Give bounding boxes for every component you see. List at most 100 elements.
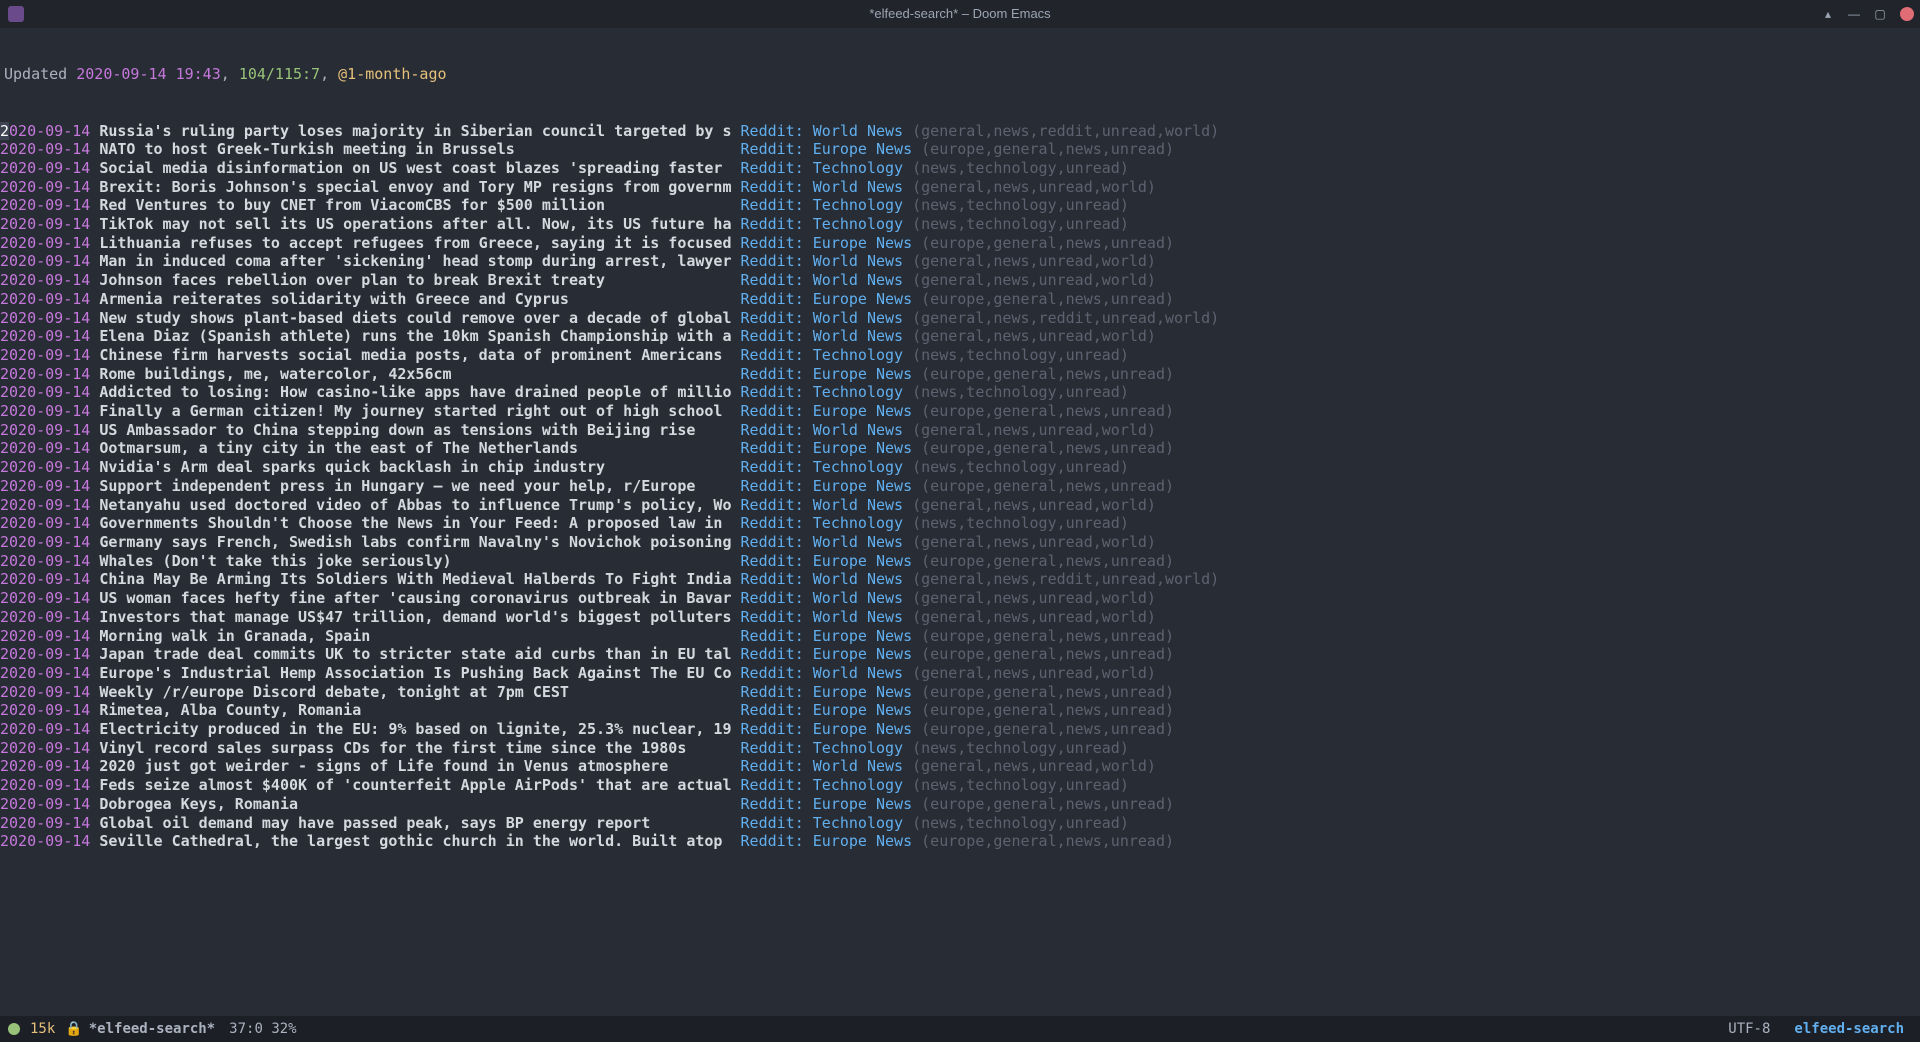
feed-entry[interactable]: 2020-09-14 Feds seize almost $400K of 'c…	[0, 776, 1920, 795]
modeline: 15k 🔒 *elfeed-search* 37:0 32% UTF-8 elf…	[0, 1016, 1920, 1042]
feed-entry[interactable]: 2020-09-14 Support independent press in …	[0, 477, 1920, 496]
entry-date: 2020-09-14	[0, 365, 90, 383]
entry-tags: (general,news,unread,world)	[912, 271, 1156, 289]
entry-tags: (general,news,reddit,unread,world)	[912, 570, 1219, 588]
entry-tags: (general,news,unread,world)	[912, 327, 1156, 345]
entry-date: 2020-09-14	[0, 701, 90, 719]
entry-tags: (general,news,reddit,unread,world)	[912, 309, 1219, 327]
entry-feed: Reddit: Technology	[741, 458, 904, 476]
entry-title: Governments Shouldn't Choose the News in…	[99, 514, 731, 532]
maximize-icon[interactable]: ▢	[1874, 8, 1886, 20]
feed-entry[interactable]: 2020-09-14 Brexit: Boris Johnson's speci…	[0, 178, 1920, 197]
status-sep2: ,	[320, 65, 338, 83]
feed-entry[interactable]: 2020-09-14 Governments Shouldn't Choose …	[0, 514, 1920, 533]
entry-date: 2020-09-14	[0, 346, 90, 364]
entry-title: Feds seize almost $400K of 'counterfeit …	[99, 776, 731, 794]
modeline-position: 37:0 32%	[229, 1020, 296, 1039]
entry-title: Chinese firm harvests social media posts…	[99, 346, 731, 364]
feed-entry[interactable]: 2020-09-14 2020 just got weirder - signs…	[0, 757, 1920, 776]
feed-entry[interactable]: 2020-09-14 Red Ventures to buy CNET from…	[0, 196, 1920, 215]
feed-entry[interactable]: 2020-09-14 Social media disinformation o…	[0, 159, 1920, 178]
minimize-icon[interactable]: —	[1848, 8, 1860, 20]
app-icon	[8, 6, 24, 22]
entry-tags: (europe,general,news,unread)	[921, 365, 1174, 383]
feed-entry[interactable]: 2020-09-14 Seville Cathedral, the larges…	[0, 832, 1920, 851]
entry-tags: (news,technology,unread)	[912, 776, 1129, 794]
entry-tags: (general,news,unread,world)	[912, 533, 1156, 551]
feed-entry[interactable]: 2020-09-14 Weekly /r/europe Discord deba…	[0, 683, 1920, 702]
feed-entry[interactable]: 2020-09-14 Rimetea, Alba County, Romania…	[0, 701, 1920, 720]
entry-title: TikTok may not sell its US operations af…	[99, 215, 731, 233]
feed-entry[interactable]: 2020-09-14 Johnson faces rebellion over …	[0, 271, 1920, 290]
entry-title: Finally a German citizen! My journey sta…	[99, 402, 731, 420]
feed-entry[interactable]: 2020-09-14 Ootmarsum, a tiny city in the…	[0, 439, 1920, 458]
feed-entry[interactable]: 2020-09-14 Rome buildings, me, watercolo…	[0, 365, 1920, 384]
feed-entry[interactable]: 2020-09-14 New study shows plant-based d…	[0, 309, 1920, 328]
feed-entry[interactable]: 2020-09-14 NATO to host Greek-Turkish me…	[0, 140, 1920, 159]
feed-entry[interactable]: 2020-09-14 Europe's Industrial Hemp Asso…	[0, 664, 1920, 683]
feed-entry[interactable]: 2020-09-14 China May Be Arming Its Soldi…	[0, 570, 1920, 589]
entry-feed: Reddit: Europe News	[741, 365, 913, 383]
window-titlebar: *elfeed-search* – Doom Emacs ▴ — ▢	[0, 0, 1920, 28]
entry-date: 2020-09-14	[0, 814, 90, 832]
entry-title: Vinyl record sales surpass CDs for the f…	[99, 739, 731, 757]
feed-entry[interactable]: 2020-09-14 Germany says French, Swedish …	[0, 533, 1920, 552]
entry-title: Europe's Industrial Hemp Association Is …	[99, 664, 731, 682]
feed-entry[interactable]: 2020-09-14 Morning walk in Granada, Spai…	[0, 627, 1920, 646]
entry-title: Ootmarsum, a tiny city in the east of Th…	[99, 439, 731, 457]
entry-tags: (news,technology,unread)	[912, 215, 1129, 233]
entry-tags: (europe,general,news,unread)	[921, 720, 1174, 738]
entry-tags: (europe,general,news,unread)	[921, 701, 1174, 719]
entry-tags: (europe,general,news,unread)	[921, 627, 1174, 645]
entry-tags: (general,news,unread,world)	[912, 496, 1156, 514]
entry-title: US Ambassador to China stepping down as …	[99, 421, 731, 439]
entry-tags: (news,technology,unread)	[912, 458, 1129, 476]
feed-entry[interactable]: 2020-09-14 Electricity produced in the E…	[0, 720, 1920, 739]
entry-feed: Reddit: Europe News	[741, 140, 913, 158]
entry-tags: (news,technology,unread)	[912, 739, 1129, 757]
entry-date: 2020-09-14	[0, 832, 90, 850]
feed-entry[interactable]: 2020-09-14 Elena Diaz (Spanish athlete) …	[0, 327, 1920, 346]
elfeed-status-line: Updated 2020-09-14 19:43, 104/115:7, @1-…	[0, 65, 1920, 84]
entry-feed: Reddit: Europe News	[741, 234, 913, 252]
feed-entry[interactable]: 2020-09-14 US woman faces hefty fine aft…	[0, 589, 1920, 608]
feed-entry[interactable]: 2020-09-14 Chinese firm harvests social …	[0, 346, 1920, 365]
feed-entry[interactable]: 2020-09-14 Dobrogea Keys, Romania Reddit…	[0, 795, 1920, 814]
feed-entry[interactable]: 2020-09-14 Man in induced coma after 'si…	[0, 252, 1920, 271]
entry-date: 2020-09-14	[0, 458, 90, 476]
modeline-buffer-name: *elfeed-search*	[89, 1020, 215, 1039]
entry-title: Netanyahu used doctored video of Abbas t…	[99, 496, 731, 514]
entry-title: Seville Cathedral, the largest gothic ch…	[99, 832, 731, 850]
feed-entry[interactable]: 2020-09-14 Netanyahu used doctored video…	[0, 496, 1920, 515]
entry-feed: Reddit: Europe News	[741, 795, 913, 813]
entry-date: 2020-09-14	[0, 795, 90, 813]
entry-feed: Reddit: Technology	[741, 196, 904, 214]
entry-feed: Reddit: World News	[741, 178, 904, 196]
feed-entry[interactable]: 2020-09-14 Investors that manage US$47 t…	[0, 608, 1920, 627]
entry-date: 2020-09-14	[0, 608, 90, 626]
feed-entry[interactable]: 2020-09-14 Nvidia's Arm deal sparks quic…	[0, 458, 1920, 477]
feed-entry[interactable]: 2020-09-14 Vinyl record sales surpass CD…	[0, 739, 1920, 758]
entry-date: 2020-09-14	[0, 383, 90, 401]
entry-feed: Reddit: Europe News	[741, 645, 913, 663]
feed-entry[interactable]: 2020-09-14 Whales (Don't take this joke …	[0, 552, 1920, 571]
entry-date: 2020-09-14	[0, 309, 90, 327]
feed-entry[interactable]: 2020-09-14 US Ambassador to China steppi…	[0, 421, 1920, 440]
entry-title: Man in induced coma after 'sickening' he…	[99, 252, 731, 270]
feed-entry[interactable]: 2020-09-14 Addicted to losing: How casin…	[0, 383, 1920, 402]
entry-feed: Reddit: Europe News	[741, 627, 913, 645]
feed-entry[interactable]: 2020-09-14 TikTok may not sell its US op…	[0, 215, 1920, 234]
entry-tags: (news,technology,unread)	[912, 514, 1129, 532]
feed-entry[interactable]: 2020-09-14 Finally a German citizen! My …	[0, 402, 1920, 421]
feed-entry[interactable]: 2020-09-14 Russia's ruling party loses m…	[0, 122, 1920, 141]
entry-date: 2020-09-14	[0, 215, 90, 233]
feed-entry[interactable]: 2020-09-14 Lithuania refuses to accept r…	[0, 234, 1920, 253]
feed-entry[interactable]: 2020-09-14 Armenia reiterates solidarity…	[0, 290, 1920, 309]
entry-date: 2020-09-14	[0, 271, 90, 289]
entry-feed: Reddit: World News	[741, 589, 904, 607]
caret-up-icon[interactable]: ▴	[1822, 8, 1834, 20]
feed-entry[interactable]: 2020-09-14 Global oil demand may have pa…	[0, 814, 1920, 833]
close-icon[interactable]	[1900, 7, 1914, 21]
feed-entry[interactable]: 2020-09-14 Japan trade deal commits UK t…	[0, 645, 1920, 664]
entry-tags: (europe,general,news,unread)	[921, 439, 1174, 457]
